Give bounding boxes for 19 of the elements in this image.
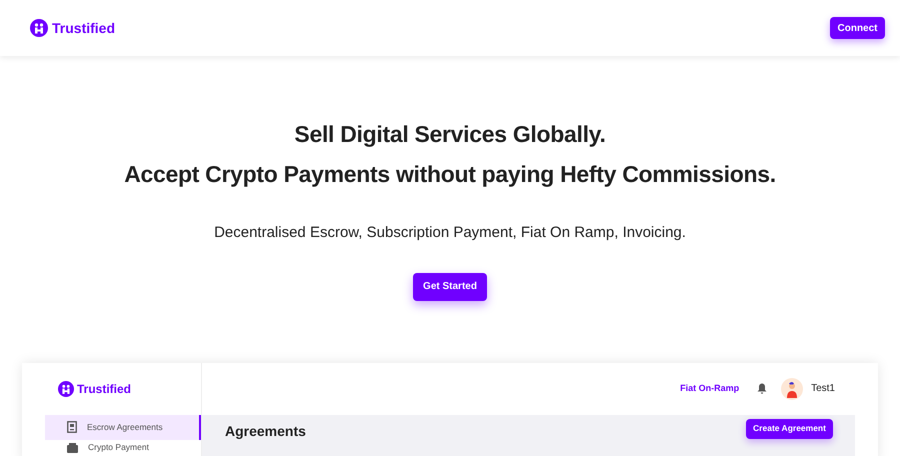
sidebar-item[interactable]: Crypto Payment [45,440,201,456]
logo-icon [30,19,48,37]
document-icon [67,421,77,433]
hero-headline: Sell Digital Services Globally. [294,120,606,148]
hero-subtitle: Decentralised Escrow, Subscription Payment, Fiat On Ramp, Invoicing. [214,223,686,243]
connect-button[interactable]: Connect [830,17,885,39]
get-started-button[interactable]: Get Started [413,272,487,300]
hero-headline: Accept Crypto Payments without paying Hefty Commissions. [124,160,776,188]
brand-name: Trustified [52,18,116,38]
user-name: Test1 [811,382,835,396]
create-agreement-button[interactable]: Create Agreement [746,418,833,438]
sidebar-item[interactable]: Escrow Agreements [45,414,201,440]
avatar-icon[interactable] [781,378,804,400]
bell-icon[interactable] [757,383,768,394]
logo-icon [58,380,74,396]
fiat-on-ramp-link[interactable]: Fiat On-Ramp [680,382,740,396]
page-title: Agreements [225,422,306,441]
wallet-icon [67,442,78,452]
brand-name: Trustified [77,380,132,398]
